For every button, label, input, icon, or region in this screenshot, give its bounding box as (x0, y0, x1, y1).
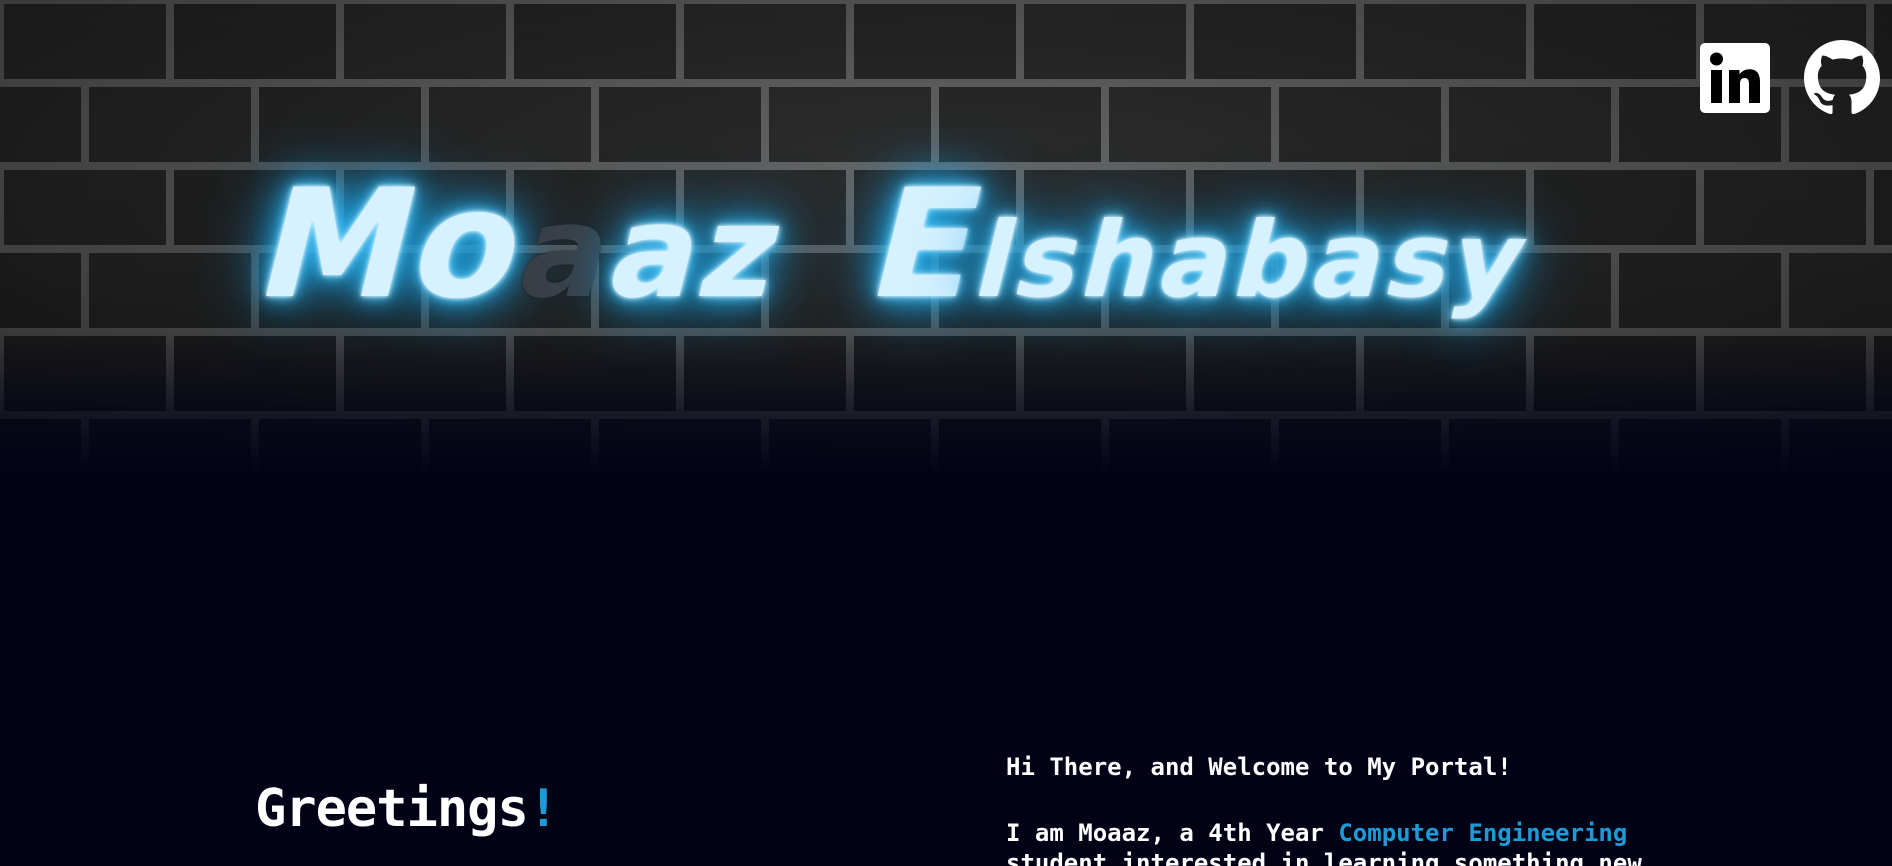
neon-first-name-part3: az (595, 178, 802, 327)
welcome-text: Hi There, and Welcome to My Portal! (1006, 753, 1512, 781)
neon-name-sign: Moaaz Elshabasy (241, 150, 1648, 340)
intro-prefix: I am Moaaz, a 4th Year (1006, 819, 1339, 847)
portfolio-page: Moaaz Elshabasy Greetings! Hi There, and… (0, 0, 1892, 866)
hero-banner: Moaaz Elshabasy (0, 0, 1892, 520)
neon-first-name-part1: Mo (243, 158, 548, 332)
intro-paragraph: I am Moaaz, a 4th Year Computer Engineer… (1006, 818, 1766, 866)
intro-continuation: student interested in learning something… (1006, 849, 1642, 866)
intro-highlight: Computer Engineering (1338, 819, 1628, 847)
neon-first-name: Moaaz (243, 158, 803, 332)
hero-fade-overlay (0, 330, 1892, 520)
greeting-exclamation: ! (527, 779, 559, 839)
greeting-heading: Greetings! (255, 783, 559, 835)
github-icon (1804, 40, 1880, 115)
linkedin-link[interactable] (1700, 43, 1770, 117)
github-link[interactable] (1804, 40, 1880, 120)
linkedin-icon (1700, 43, 1770, 113)
greeting-text: Greetings (255, 779, 529, 839)
neon-last-name-rest: lshabasy (964, 199, 1543, 321)
social-links (1700, 40, 1880, 120)
neon-last-name: Elshabasy (855, 158, 1550, 332)
